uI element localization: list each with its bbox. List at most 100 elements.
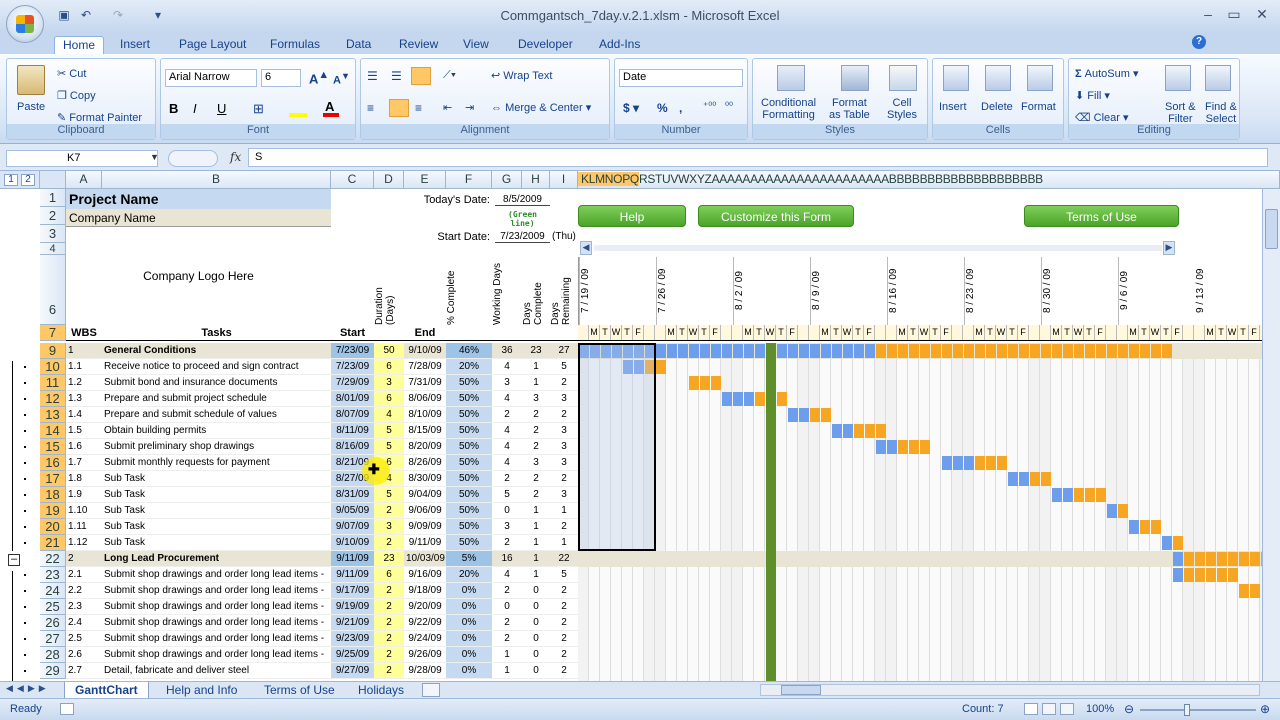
normal-view-icon[interactable] (1024, 703, 1038, 715)
cell-end[interactable]: 8/06/09 (404, 391, 446, 407)
fill-button[interactable]: ⬇ Fill ▾ (1075, 89, 1110, 102)
decrease-decimal-icon[interactable]: ⁰⁰ (725, 101, 733, 112)
cell-wbs[interactable]: 1.3 (66, 391, 102, 407)
binoculars-icon[interactable] (1205, 65, 1231, 91)
cell-start[interactable]: 9/05/09 (331, 503, 374, 519)
cell-task[interactable]: Submit shop drawings and order long lead… (102, 599, 331, 615)
cell-dur[interactable]: 2 (374, 647, 404, 663)
format-as-table-button[interactable]: Format as Table (829, 97, 870, 121)
row-header[interactable]: 11 (40, 375, 66, 391)
row-header[interactable]: 16 (40, 455, 66, 471)
cell-dur[interactable]: 2 (374, 631, 404, 647)
autosum-button[interactable]: Σ AutoSum ▾ (1075, 67, 1139, 80)
customize-form-button[interactable]: Customize this Form (698, 205, 854, 227)
format-painter-button[interactable]: ✎ Format Painter (57, 111, 142, 124)
row-header[interactable]: 10 (40, 359, 66, 375)
cell-dc[interactable]: 2 (522, 423, 550, 439)
cell-start[interactable]: 9/21/09 (331, 615, 374, 631)
cell-wd[interactable]: 3 (492, 519, 522, 535)
conditional-formatting-icon[interactable] (777, 65, 805, 91)
cell-dc[interactable]: 2 (522, 471, 550, 487)
cell-dr[interactable]: 3 (550, 439, 578, 455)
cell-task[interactable]: Submit shop drawings and order long lead… (102, 583, 331, 599)
help-button[interactable]: Help (578, 205, 686, 227)
cell-dr[interactable]: 3 (550, 455, 578, 471)
cell-start[interactable]: 9/10/09 (331, 535, 374, 551)
cell-start[interactable]: 9/19/09 (331, 599, 374, 615)
cell-start[interactable]: 8/01/09 (331, 391, 374, 407)
cell-wbs[interactable]: 2.1 (66, 567, 102, 583)
cell-dr[interactable]: 2 (550, 663, 578, 679)
cell-wd[interactable]: 4 (492, 455, 522, 471)
cell-wd[interactable]: 1 (492, 647, 522, 663)
cell-wd[interactable]: 4 (492, 359, 522, 375)
cell-end[interactable]: 9/28/09 (404, 663, 446, 679)
percent-icon[interactable]: % (657, 101, 668, 115)
col-header-b[interactable]: B (102, 171, 331, 189)
gantt-col-headers[interactable]: KLMNOPQRSTUVWXYZAAAAAAAAAAAAAAAAAAAAAAAB… (578, 171, 1280, 189)
insert-function-icon[interactable]: fx (230, 150, 241, 164)
bold-button[interactable]: B (169, 101, 178, 116)
insert-sheet-icon[interactable] (422, 683, 440, 697)
page-break-view-icon[interactable] (1060, 703, 1074, 715)
cell-wd[interactable]: 1 (492, 663, 522, 679)
zoom-slider-track[interactable] (1140, 709, 1256, 711)
sheet-tab-help-info[interactable]: Help and Info (156, 682, 247, 699)
delete-button[interactable]: Delete (981, 101, 1013, 113)
cell-dc[interactable]: 1 (522, 567, 550, 583)
cell-wbs[interactable]: 1.8 (66, 471, 102, 487)
cell-dur[interactable]: 50 (374, 343, 404, 359)
cell-task[interactable]: General Conditions (102, 343, 331, 359)
cell-pct[interactable]: 0% (446, 615, 492, 631)
cell-pct[interactable]: 0% (446, 583, 492, 599)
cell-task[interactable]: Submit preliminary shop drawings (102, 439, 331, 455)
cell-end[interactable]: 9/04/09 (404, 487, 446, 503)
cell-wbs[interactable]: 2.5 (66, 631, 102, 647)
clear-button[interactable]: ⌫ Clear ▾ (1075, 111, 1129, 124)
cell-wbs[interactable]: 1.2 (66, 375, 102, 391)
name-box-dropdown-icon[interactable]: ▼ (150, 152, 159, 162)
cell-start[interactable]: 7/29/09 (331, 375, 374, 391)
cell-dr[interactable]: 5 (550, 359, 578, 375)
cell-wbs[interactable]: 1.10 (66, 503, 102, 519)
sheet-tab-ganttchart[interactable]: GanttChart (64, 682, 149, 699)
cell-dur[interactable]: 6 (374, 359, 404, 375)
cell-dr[interactable]: 3 (550, 487, 578, 503)
row-header[interactable]: 29 (40, 663, 66, 679)
office-button[interactable] (6, 5, 44, 43)
number-format-select[interactable]: Date (619, 69, 743, 87)
cell-wd[interactable]: 2 (492, 407, 522, 423)
row-header-2[interactable]: 2 (40, 207, 66, 225)
cell-dr[interactable]: 1 (550, 503, 578, 519)
fill-color-icon[interactable] (289, 113, 307, 117)
row-header[interactable]: 24 (40, 583, 66, 599)
cell-wbs[interactable]: 1.1 (66, 359, 102, 375)
tab-view[interactable]: View (455, 36, 497, 54)
cell-dc[interactable]: 23 (522, 343, 550, 359)
cell-styles-button[interactable]: Cell Styles (887, 97, 917, 121)
tab-formulas[interactable]: Formulas (262, 36, 328, 54)
cell-end[interactable]: 9/09/09 (404, 519, 446, 535)
worksheet-grid[interactable]: 1 2 A B C D E F G H I KLMNOPQRSTUVWXYZAA… (0, 171, 1280, 681)
cell-dur[interactable]: 2 (374, 583, 404, 599)
cell-start[interactable]: 8/07/09 (331, 407, 374, 423)
save-icon[interactable]: ▣ (56, 8, 72, 22)
cell-end[interactable]: 8/10/09 (404, 407, 446, 423)
row-header[interactable]: 22 (40, 551, 66, 567)
sheet-tab-holidays[interactable]: Holidays (348, 682, 414, 699)
cell-dur[interactable]: 2 (374, 599, 404, 615)
cell-dc[interactable]: 0 (522, 599, 550, 615)
row-header[interactable]: 15 (40, 439, 66, 455)
cell-wd[interactable]: 4 (492, 439, 522, 455)
cell-dc[interactable]: 1 (522, 503, 550, 519)
zoom-out-icon[interactable]: ⊖ (1124, 702, 1134, 716)
cell-wbs[interactable]: 2.6 (66, 647, 102, 663)
cell-task[interactable]: Submit bond and insurance documents (102, 375, 331, 391)
cell-task[interactable]: Obtain building permits (102, 423, 331, 439)
cell-start[interactable]: 9/07/09 (331, 519, 374, 535)
cell-wbs[interactable]: 1.4 (66, 407, 102, 423)
format-button[interactable]: Format (1021, 101, 1056, 113)
help-icon[interactable]: ? (1192, 35, 1206, 49)
row-header-6[interactable]: 6 (40, 255, 66, 325)
cell-dc[interactable]: 0 (522, 615, 550, 631)
